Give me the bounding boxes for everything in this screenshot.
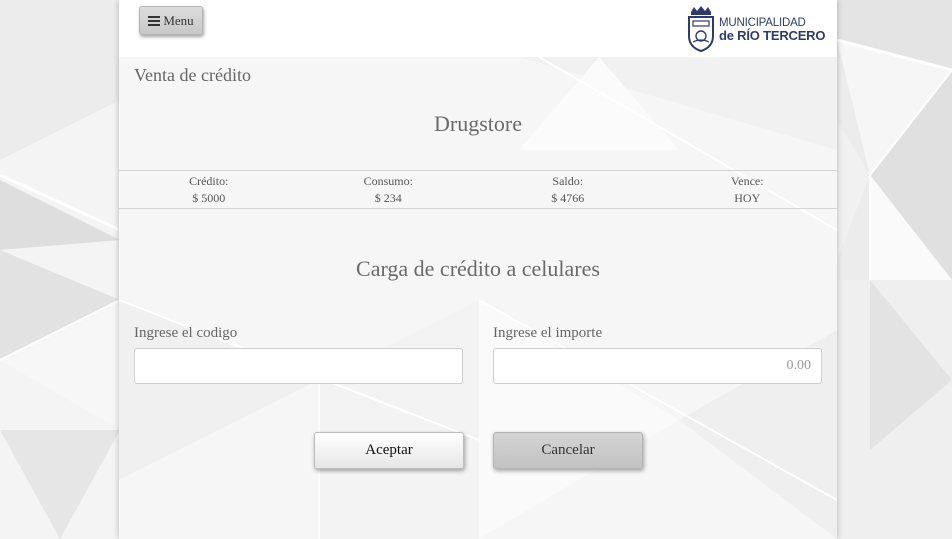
logo-line-2: de RÍO TERCERO	[719, 28, 826, 43]
main-panel: Menu MUNICIPALIDAD de RÍO TERCERO Venta …	[119, 0, 837, 539]
municipal-shield-icon	[688, 6, 714, 52]
store-name: Drugstore	[434, 111, 522, 136]
page-title: Venta de crédito	[134, 65, 251, 85]
amount-field-label: Ingrese el importe	[493, 325, 603, 341]
stat-balance: Saldo: $ 4766	[478, 171, 658, 208]
hamburger-icon	[148, 15, 161, 26]
menu-button-label: Menu	[163, 12, 194, 28]
stat-consumption: Consumo: $ 234	[299, 171, 479, 208]
credit-summary: Crédito: $ 5000 Consumo: $ 234 Saldo: $ …	[119, 170, 837, 209]
stat-value: $ 5000	[192, 191, 226, 205]
accept-button[interactable]: Aceptar	[314, 432, 464, 469]
form-title: Carga de crédito a celulares	[356, 256, 600, 281]
cancel-button[interactable]: Cancelar	[493, 432, 643, 469]
code-input[interactable]	[134, 348, 463, 384]
code-field-label: Ingrese el codigo	[134, 325, 238, 341]
stat-value: $ 4766	[551, 191, 585, 205]
stat-label: Vence:	[730, 174, 764, 188]
stat-credit: Crédito: $ 5000	[119, 171, 299, 208]
amount-input[interactable]	[493, 348, 822, 384]
stat-expiry: Vence: HOY	[658, 171, 838, 208]
municipality-logo[interactable]: MUNICIPALIDAD de RÍO TERCERO	[685, 4, 825, 52]
header-bar: Menu MUNICIPALIDAD de RÍO TERCERO	[119, 0, 837, 57]
main-content: Venta de crédito Drugstore Crédito: $ 50…	[119, 57, 837, 539]
stat-label: Consumo:	[363, 174, 413, 188]
stat-value: HOY	[734, 191, 761, 205]
stat-value: $ 234	[374, 191, 402, 205]
stat-label: Saldo:	[552, 174, 584, 188]
menu-button[interactable]: Menu	[139, 6, 203, 35]
stat-label: Crédito:	[189, 174, 229, 188]
